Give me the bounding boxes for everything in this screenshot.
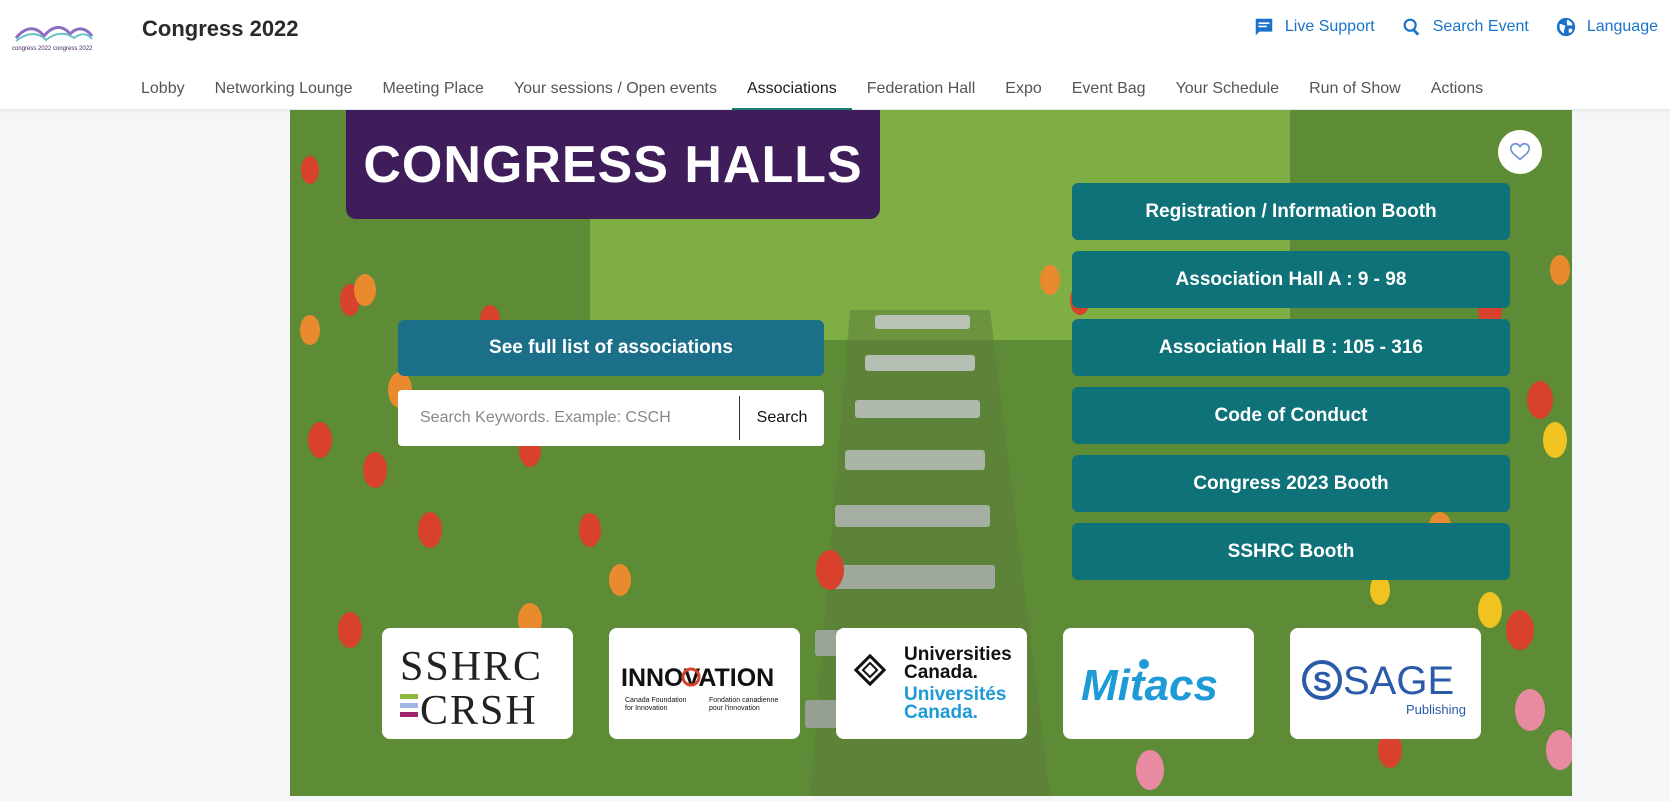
sponsor-innovation[interactable]: INNOVATION Canada Foundation for Innovat… xyxy=(609,628,800,739)
logo-text: congress 2022 congress 2022 xyxy=(12,46,93,52)
innovation-fr-line-2: pour l'innovation xyxy=(709,705,760,712)
sshrc-booth-button[interactable]: SSHRC Booth xyxy=(1072,523,1510,580)
mitacs-logo: Mitacs xyxy=(1081,659,1218,710)
nav-federation-hall[interactable]: Federation Hall xyxy=(852,72,991,110)
top-actions: Live Support Search Event Language xyxy=(1253,16,1658,38)
app-title: Congress 2022 xyxy=(142,16,299,41)
sage-logo-text: SAGE xyxy=(1343,659,1454,703)
sage-publishing-text: Publishing xyxy=(1406,702,1466,717)
sponsor-universities-canada[interactable]: Universities Canada. Universités Canada. xyxy=(836,628,1027,739)
nav-your-schedule[interactable]: Your Schedule xyxy=(1161,72,1295,110)
innovation-en-line-1: Canada Foundation xyxy=(625,697,687,704)
innovation-fr-line-1: Fondation canadienne xyxy=(709,697,778,704)
sponsor-mitacs[interactable]: Mitacs xyxy=(1063,628,1254,739)
association-search: Search xyxy=(398,390,824,446)
uc-line-4: Canada. xyxy=(904,702,978,723)
innovation-en-line-2: for Innovation xyxy=(625,705,668,712)
innovation-logo: INNOVATION Canada Foundation for Innovat… xyxy=(621,664,778,712)
live-support-label: Live Support xyxy=(1284,18,1375,35)
sponsor-logos: SSHRC CRSH INNOVATION Canada Foundation … xyxy=(382,628,1481,739)
congress-2023-booth-button[interactable]: Congress 2023 Booth xyxy=(1072,455,1510,512)
sage-publishing-logo: S SAGE Publishing xyxy=(1302,659,1466,717)
live-support-link[interactable]: Live Support xyxy=(1253,16,1375,38)
search-icon xyxy=(1403,18,1419,36)
association-search-input[interactable] xyxy=(398,390,739,446)
association-hall-a-button[interactable]: Association Hall A : 9 - 98 xyxy=(1072,251,1510,308)
language-label: Language xyxy=(1586,18,1658,35)
registration-booth-button[interactable]: Registration / Information Booth xyxy=(1072,183,1510,240)
nav-associations[interactable]: Associations xyxy=(731,72,852,110)
heart-icon xyxy=(1510,142,1530,161)
svg-text:S: S xyxy=(1313,666,1332,697)
uc-line-2: Canada. xyxy=(904,662,978,683)
search-event-link[interactable]: Search Event xyxy=(1401,16,1529,38)
favorite-button[interactable] xyxy=(1498,130,1542,174)
congress-logo[interactable]: congress 2022 congress 2022 xyxy=(12,20,96,54)
sponsor-sage[interactable]: S SAGE Publishing xyxy=(1290,628,1481,739)
nav-actions[interactable]: Actions xyxy=(1416,72,1498,110)
nav-event-bag[interactable]: Event Bag xyxy=(1057,72,1161,110)
top-header: congress 2022 congress 2022 Congress 202… xyxy=(0,0,1670,110)
nav-expo[interactable]: Expo xyxy=(990,72,1056,110)
association-hall-b-button[interactable]: Association Hall B : 105 - 316 xyxy=(1072,319,1510,376)
language-link[interactable]: Language xyxy=(1555,16,1658,38)
sshrc-logo-text-2: CRSH xyxy=(420,688,538,731)
nav-meeting-place[interactable]: Meeting Place xyxy=(367,72,498,110)
main-nav: Lobby Networking Lounge Meeting Place Yo… xyxy=(126,72,1498,110)
nav-networking-lounge[interactable]: Networking Lounge xyxy=(200,72,368,110)
full-list-associations-button[interactable]: See full list of associations xyxy=(398,320,824,376)
chat-icon xyxy=(1255,18,1273,36)
mitacs-logo-text: Mitacs xyxy=(1081,661,1218,710)
sshrc-logo: SSHRC CRSH xyxy=(400,644,543,731)
search-button[interactable]: Search xyxy=(740,390,824,446)
nav-run-of-show[interactable]: Run of Show xyxy=(1294,72,1416,110)
sponsor-sshrc[interactable]: SSHRC CRSH xyxy=(382,628,573,739)
nav-your-sessions[interactable]: Your sessions / Open events xyxy=(499,72,732,110)
congress-halls-scene: CONGRESS HALLS See full list of associat… xyxy=(290,110,1572,796)
sshrc-logo-text-1: SSHRC xyxy=(400,644,543,690)
code-of-conduct-button[interactable]: Code of Conduct xyxy=(1072,387,1510,444)
booth-list: Registration / Information Booth Associa… xyxy=(1072,183,1510,580)
nav-lobby[interactable]: Lobby xyxy=(126,72,200,110)
globe-icon xyxy=(1556,17,1575,37)
search-event-label: Search Event xyxy=(1432,18,1529,35)
universities-canada-logo: Universities Canada. Universités Canada. xyxy=(853,644,1012,723)
congress-logo-icon: congress 2022 congress 2022 xyxy=(12,26,94,52)
congress-halls-banner: CONGRESS HALLS xyxy=(346,110,880,219)
